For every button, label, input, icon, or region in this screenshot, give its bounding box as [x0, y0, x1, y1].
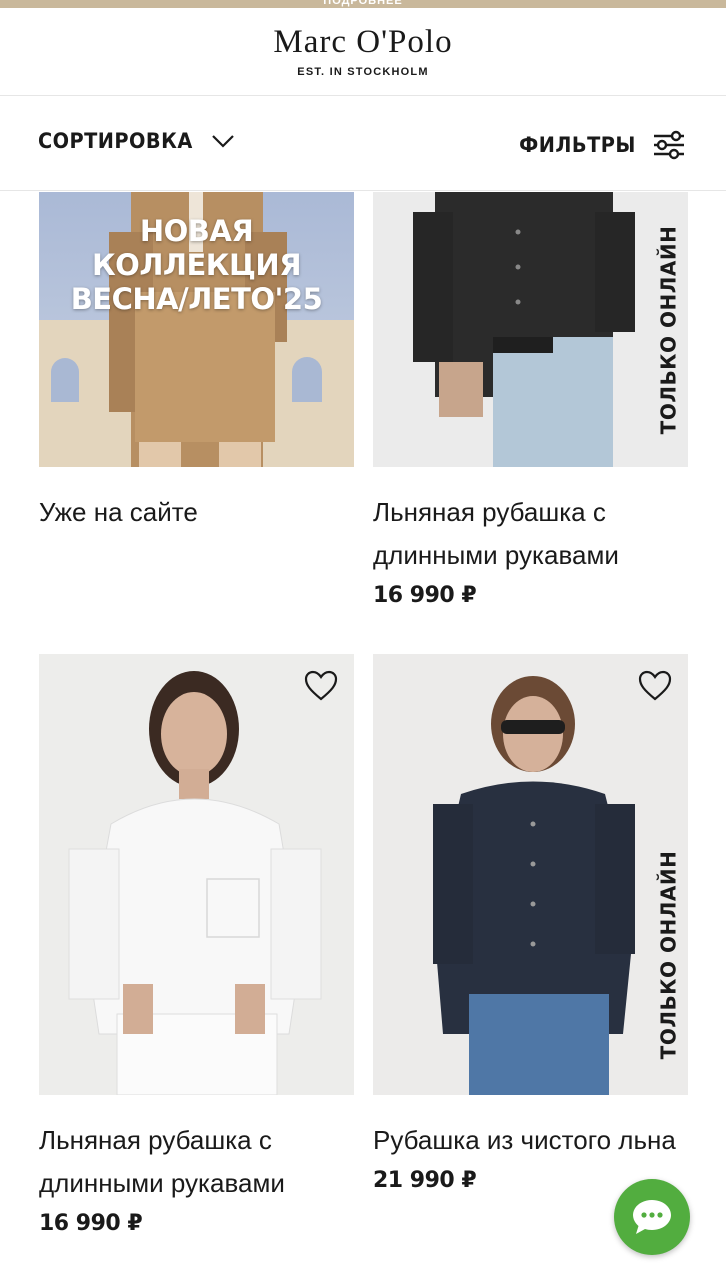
product-price: 16 990 ₽ [39, 1211, 143, 1236]
product-title[interactable]: Льняная рубашка с длинными рукавами [39, 1119, 354, 1205]
product-photo [373, 654, 688, 1095]
product-image[interactable] [39, 654, 354, 1095]
brand-logo[interactable]: Marc O'Polo [0, 24, 726, 61]
sort-button[interactable]: СОРТИРОВКА [38, 125, 236, 157]
heart-icon[interactable] [638, 670, 672, 702]
product-photo [373, 192, 688, 467]
sliders-icon [654, 130, 684, 160]
product-card[interactable]: ТОЛЬКО ОНЛАЙН Льняная рубашка с длинными… [373, 192, 688, 608]
promo-headline-line2: ВЕСНА/ЛЕТО'25 [70, 282, 323, 316]
product-image[interactable]: ТОЛЬКО ОНЛАЙН [373, 654, 688, 1095]
promo-card[interactable]: НОВАЯ КОЛЛЕКЦИЯ ВЕСНА/ЛЕТО'25 Уже на сай… [39, 192, 354, 534]
product-price: 16 990 ₽ [373, 583, 477, 608]
online-only-badge: ТОЛЬКО ОНЛАЙН [654, 192, 682, 467]
promo-headline-line1: НОВАЯ КОЛЛЕКЦИЯ [91, 214, 302, 282]
sort-filter-toolbar: СОРТИРОВКА ФИЛЬТРЫ [0, 97, 726, 191]
product-card[interactable]: ТОЛЬКО ОНЛАЙН Рубашка из чистого льна 21… [373, 654, 688, 1193]
filter-label: ФИЛЬТРЫ [519, 133, 636, 157]
filter-button[interactable]: ФИЛЬТРЫ [509, 129, 686, 161]
brand-header: Marc O'Polo EST. IN STOCKHOLM [0, 8, 726, 96]
promo-strip-text: ПОДРОБНЕЕ [323, 0, 403, 7]
promo-image[interactable]: НОВАЯ КОЛЛЕКЦИЯ ВЕСНА/ЛЕТО'25 [39, 192, 354, 467]
product-title[interactable]: Рубашка из чистого льна [373, 1119, 688, 1162]
product-card[interactable]: Льняная рубашка с длинными рукавами 16 9… [39, 654, 354, 1236]
heart-icon[interactable] [304, 670, 338, 702]
chat-bubble-icon [633, 1200, 671, 1234]
online-only-badge-text: ТОЛЬКО ОНЛАЙН [656, 850, 680, 1059]
sort-label: СОРТИРОВКА [38, 129, 193, 153]
online-only-badge-text: ТОЛЬКО ОНЛАЙН [656, 225, 680, 434]
chevron-down-icon [212, 135, 235, 148]
product-title[interactable]: Уже на сайте [39, 491, 354, 534]
brand-tagline: EST. IN STOCKHOLM [297, 66, 429, 78]
product-title[interactable]: Льняная рубашка с длинными рукавами [373, 491, 688, 577]
online-only-badge: ТОЛЬКО ОНЛАЙН [654, 814, 682, 1095]
promo-headline: НОВАЯ КОЛЛЕКЦИЯ ВЕСНА/ЛЕТО'25 [39, 214, 354, 316]
promo-strip[interactable]: ПОДРОБНЕЕ [0, 0, 726, 8]
product-photo [39, 654, 354, 1095]
product-image[interactable]: ТОЛЬКО ОНЛАЙН [373, 192, 688, 467]
chat-button[interactable] [614, 1179, 690, 1255]
